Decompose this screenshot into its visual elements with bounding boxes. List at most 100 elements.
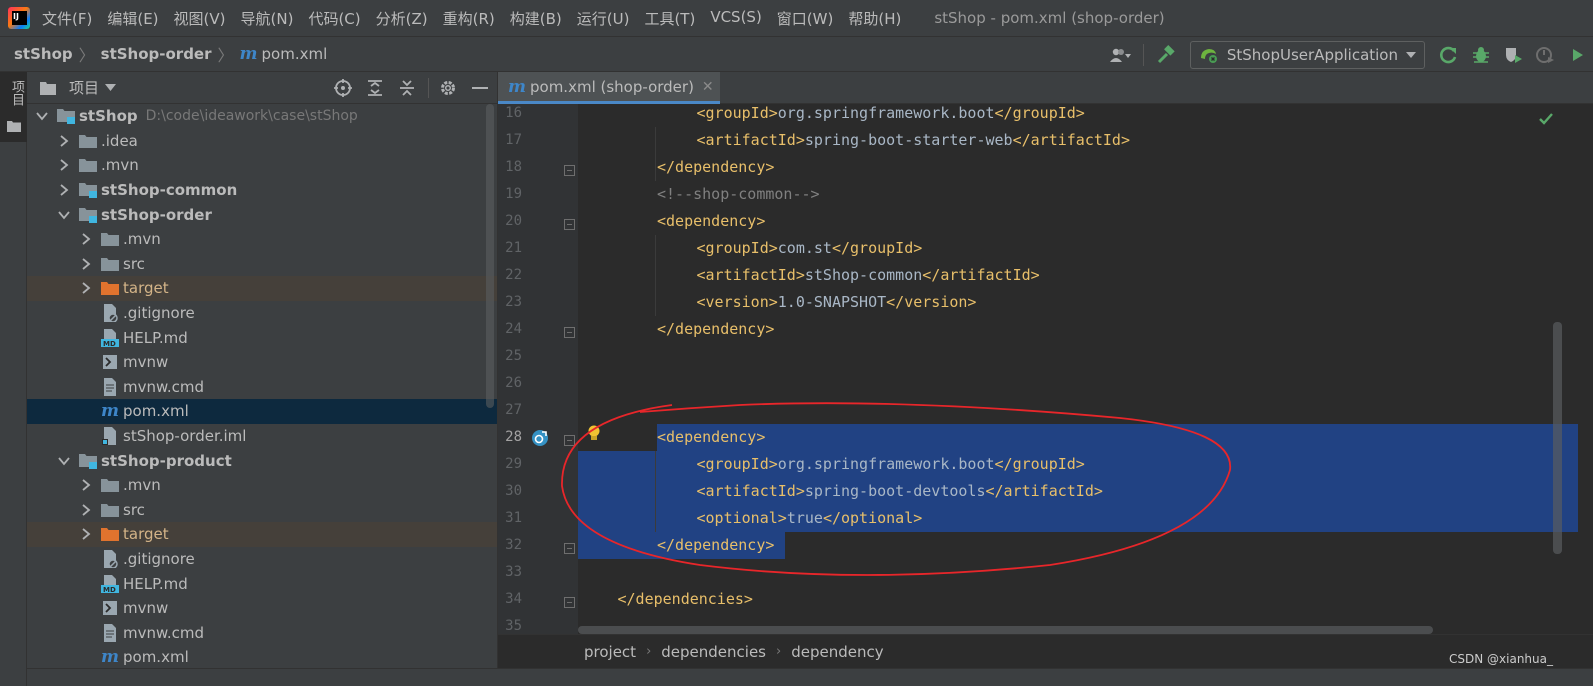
chevron-down-icon[interactable] <box>105 84 117 91</box>
chevron-down-icon[interactable] <box>57 208 71 222</box>
tree-row[interactable]: mvnw <box>27 596 497 621</box>
menu-item[interactable]: 分析(Z) <box>376 8 428 29</box>
tree-row[interactable]: .gitignore <box>27 547 497 572</box>
tab-pom-xml[interactable]: m pom.xml (shop-order) ✕ <box>498 72 720 104</box>
tree-row[interactable]: target <box>27 522 497 547</box>
line-number: 33 <box>505 564 522 580</box>
chevron-right-icon[interactable] <box>79 257 93 271</box>
tree-row[interactable]: mvnw.cmd <box>27 621 497 646</box>
project-panel-title[interactable]: 项目 <box>69 77 99 98</box>
check-icon[interactable] <box>1538 112 1554 130</box>
menu-item[interactable]: 文件(F) <box>42 8 92 29</box>
breadcrumb-module[interactable]: stShop-order <box>101 45 212 63</box>
xml-text: stShop-common <box>804 266 923 284</box>
run-configuration-selector[interactable]: StShopUserApplication <box>1189 41 1425 69</box>
tree-row[interactable]: .mvn <box>27 153 497 178</box>
tree-row[interactable]: stShop-common <box>27 178 497 203</box>
xml-tag: </groupId> <box>994 104 1085 122</box>
xml-breadcrumb-item[interactable]: dependencies <box>661 643 766 661</box>
debug-bug-icon[interactable] <box>1468 42 1494 68</box>
rerun-icon[interactable] <box>1436 42 1462 68</box>
menu-item[interactable]: 视图(V) <box>174 8 226 29</box>
xml-breadcrumb-item[interactable]: project <box>584 643 636 661</box>
tree-row[interactable]: stShop D:\code\ideawork\case\stShop <box>27 104 497 129</box>
chevron-right-icon[interactable] <box>79 478 93 492</box>
tab-label: pom.xml (shop-order) <box>530 77 694 96</box>
tree-row[interactable]: .mvn <box>27 227 497 252</box>
expand-all-icon[interactable] <box>362 75 388 101</box>
chevron-down-icon[interactable] <box>57 454 71 468</box>
fold-marker-icon[interactable] <box>564 594 575 612</box>
menu-item[interactable]: 编辑(E) <box>107 8 158 29</box>
code-line: <!--shop-common--> <box>657 181 820 208</box>
menu-item[interactable]: 构建(B) <box>510 8 562 29</box>
collapse-all-icon[interactable] <box>394 75 420 101</box>
line-number: 30 <box>505 483 522 499</box>
menu-item[interactable]: 导航(N) <box>241 8 294 29</box>
menu-item[interactable]: 重构(R) <box>443 8 495 29</box>
tree-item-label: target <box>123 525 169 544</box>
tree-row[interactable]: .gitignore <box>27 301 497 326</box>
breadcrumb-project[interactable]: stShop <box>14 45 73 63</box>
chevron-right-icon[interactable] <box>79 281 93 295</box>
lightbulb-icon[interactable] <box>586 424 602 448</box>
chevron-right-icon[interactable] <box>57 158 71 172</box>
stop-run-icon[interactable] <box>1564 42 1590 68</box>
breadcrumb-separator: › <box>646 644 652 659</box>
tree-row[interactable]: stShop-product <box>27 448 497 473</box>
fold-marker-icon[interactable] <box>564 216 575 234</box>
hide-panel-icon[interactable] <box>467 75 493 101</box>
chevron-right-icon[interactable] <box>79 503 93 517</box>
tree-row[interactable]: target <box>27 276 497 301</box>
fold-marker-icon[interactable] <box>564 324 575 342</box>
tree-row[interactable]: stShop-order.iml <box>27 424 497 449</box>
menu-item[interactable]: 窗口(W) <box>777 8 834 29</box>
vcs-user-icon[interactable] <box>1108 42 1134 68</box>
tree-row[interactable]: MD HELP.md <box>27 325 497 350</box>
gear-icon[interactable] <box>435 75 461 101</box>
build-hammer-icon[interactable] <box>1153 42 1179 68</box>
tree-row[interactable]: mvnw.cmd <box>27 375 497 400</box>
tree-row[interactable]: src <box>27 498 497 523</box>
fold-marker-icon[interactable] <box>564 540 575 558</box>
menu-item[interactable]: 工具(T) <box>644 8 695 29</box>
coverage-shield-icon[interactable] <box>1500 42 1526 68</box>
menu-item[interactable]: 帮助(H) <box>848 8 901 29</box>
chevron-right-icon[interactable] <box>79 527 93 541</box>
menu-item[interactable]: 运行(U) <box>577 8 630 29</box>
menu-item[interactable]: VCS(S) <box>710 8 761 29</box>
editor-tab-bar: m pom.xml (shop-order) ✕ <box>498 72 1593 104</box>
chevron-right-icon[interactable] <box>57 183 71 197</box>
tree-row[interactable]: mvnw <box>27 350 497 375</box>
project-tool-tab[interactable]: 项目 <box>0 72 27 142</box>
breadcrumb-file[interactable]: pom.xml <box>262 45 328 63</box>
chevron-right-icon[interactable] <box>57 134 71 148</box>
tree-row[interactable]: m pom.xml <box>27 399 497 424</box>
code-line: </dependency> <box>657 154 774 181</box>
tree-row[interactable]: src <box>27 252 497 277</box>
tree-row[interactable]: .mvn <box>27 473 497 498</box>
menu-item[interactable]: 代码(C) <box>308 8 360 29</box>
chevron-down-icon[interactable] <box>35 109 49 123</box>
project-tree-scrollbar[interactable] <box>486 104 494 408</box>
xml-tag: <dependency> <box>657 212 766 230</box>
fold-marker-icon[interactable] <box>564 432 575 450</box>
tree-row[interactable]: .idea <box>27 129 497 154</box>
profile-icon[interactable] <box>1532 42 1558 68</box>
code-line: <artifactId>spring-boot-starter-web</art… <box>697 127 1131 154</box>
line-number: 22 <box>505 267 522 283</box>
tree-row[interactable]: stShop-order <box>27 202 497 227</box>
tree-row[interactable]: m pom.xml <box>27 645 497 668</box>
locate-file-icon[interactable] <box>330 75 356 101</box>
fold-marker-icon[interactable] <box>564 162 575 180</box>
maven-dependency-gutter-icon[interactable] <box>530 428 550 452</box>
horizontal-scrollbar[interactable] <box>578 626 1433 634</box>
chevron-right-icon[interactable] <box>79 232 93 246</box>
close-icon[interactable]: ✕ <box>702 79 714 95</box>
xml-breadcrumb-item[interactable]: dependency <box>791 643 883 661</box>
code-area[interactable]: <groupId>org.springframework.boot</group… <box>578 104 1578 634</box>
tree-row[interactable]: MD HELP.md <box>27 571 497 596</box>
vertical-scrollbar[interactable] <box>1553 322 1562 554</box>
breadcrumb-separator: 〉 <box>78 46 95 65</box>
xml-text: org.springframework.boot <box>777 104 995 122</box>
